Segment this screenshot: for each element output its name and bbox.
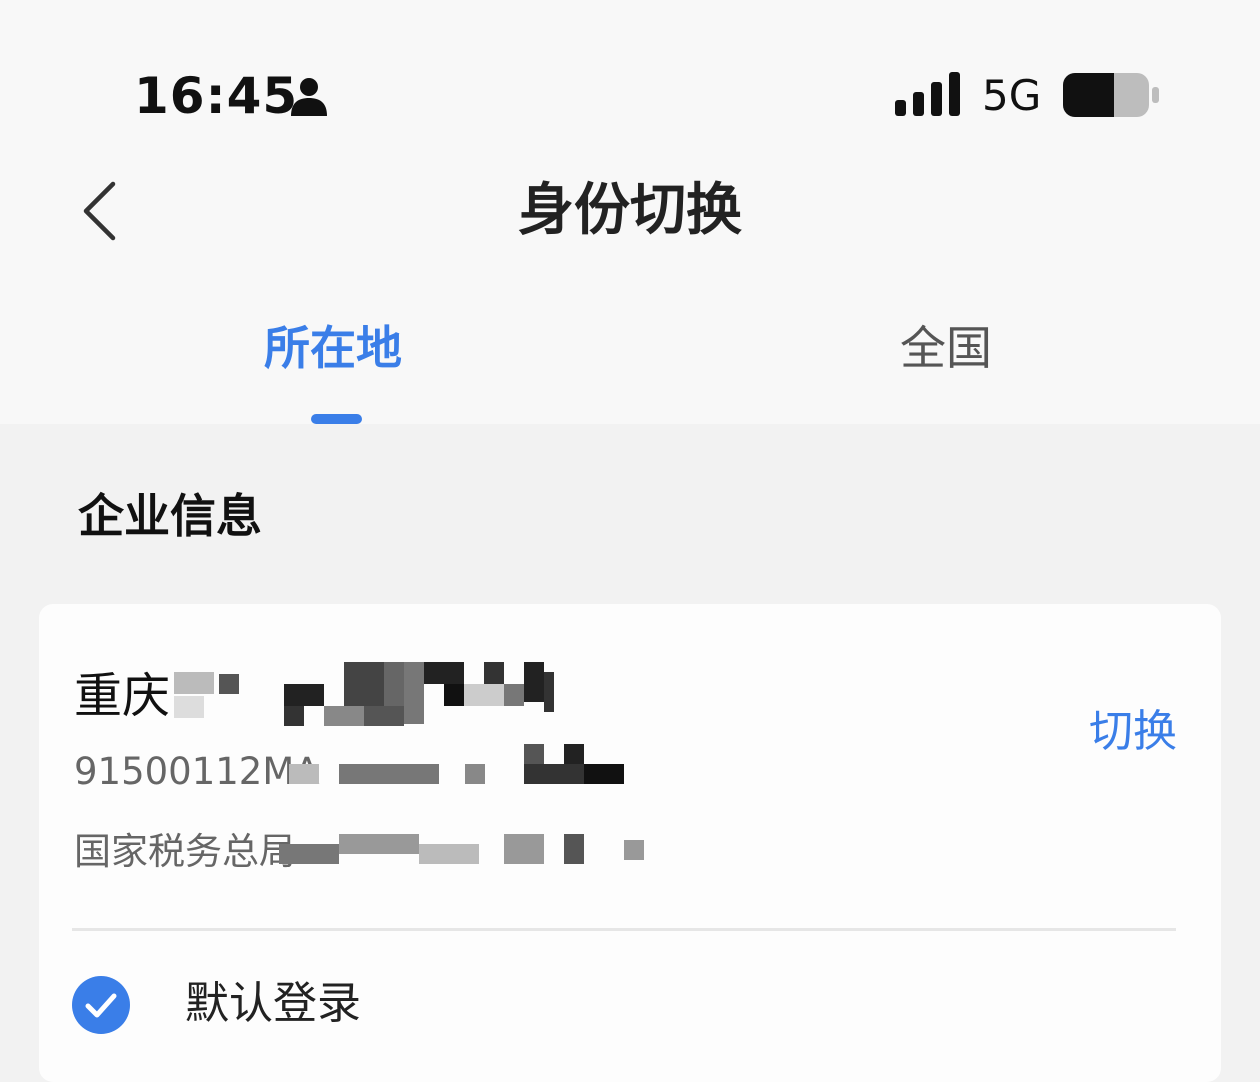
default-login-label: 默认登录	[185, 978, 361, 1029]
tab-active-indicator	[311, 414, 362, 424]
redaction-mosaic-name	[174, 662, 594, 728]
company-card: 重庆 91500112MA 国家税务总局 切换 默认登录	[39, 604, 1221, 1082]
status-time: 16:45	[134, 67, 299, 125]
redaction-mosaic-taxid	[289, 744, 629, 788]
tab-nationwide[interactable]: 全国	[900, 318, 992, 378]
person-icon	[291, 78, 327, 116]
tax-id-text: 91500112MA	[74, 750, 320, 793]
tax-id: 91500112MA	[74, 748, 320, 796]
divider	[72, 928, 1176, 931]
tax-office: 国家税务总局	[74, 828, 296, 876]
battery-icon	[1063, 73, 1159, 117]
tab-local[interactable]: 所在地	[264, 318, 402, 378]
company-name-text: 重庆	[74, 668, 171, 724]
company-name: 重庆	[74, 666, 170, 726]
tax-office-text: 国家税务总局	[74, 830, 296, 873]
header: 16:45 5G 身份切换 所在地 全国	[0, 0, 1260, 424]
page-title: 身份切换	[518, 178, 742, 243]
network-label: 5G	[982, 71, 1042, 120]
switch-button[interactable]: 切换	[1089, 704, 1177, 760]
section-title: 企业信息	[78, 489, 262, 543]
signal-icon	[895, 72, 960, 116]
redaction-mosaic-office	[279, 830, 659, 870]
check-circle-icon[interactable]	[72, 976, 130, 1034]
